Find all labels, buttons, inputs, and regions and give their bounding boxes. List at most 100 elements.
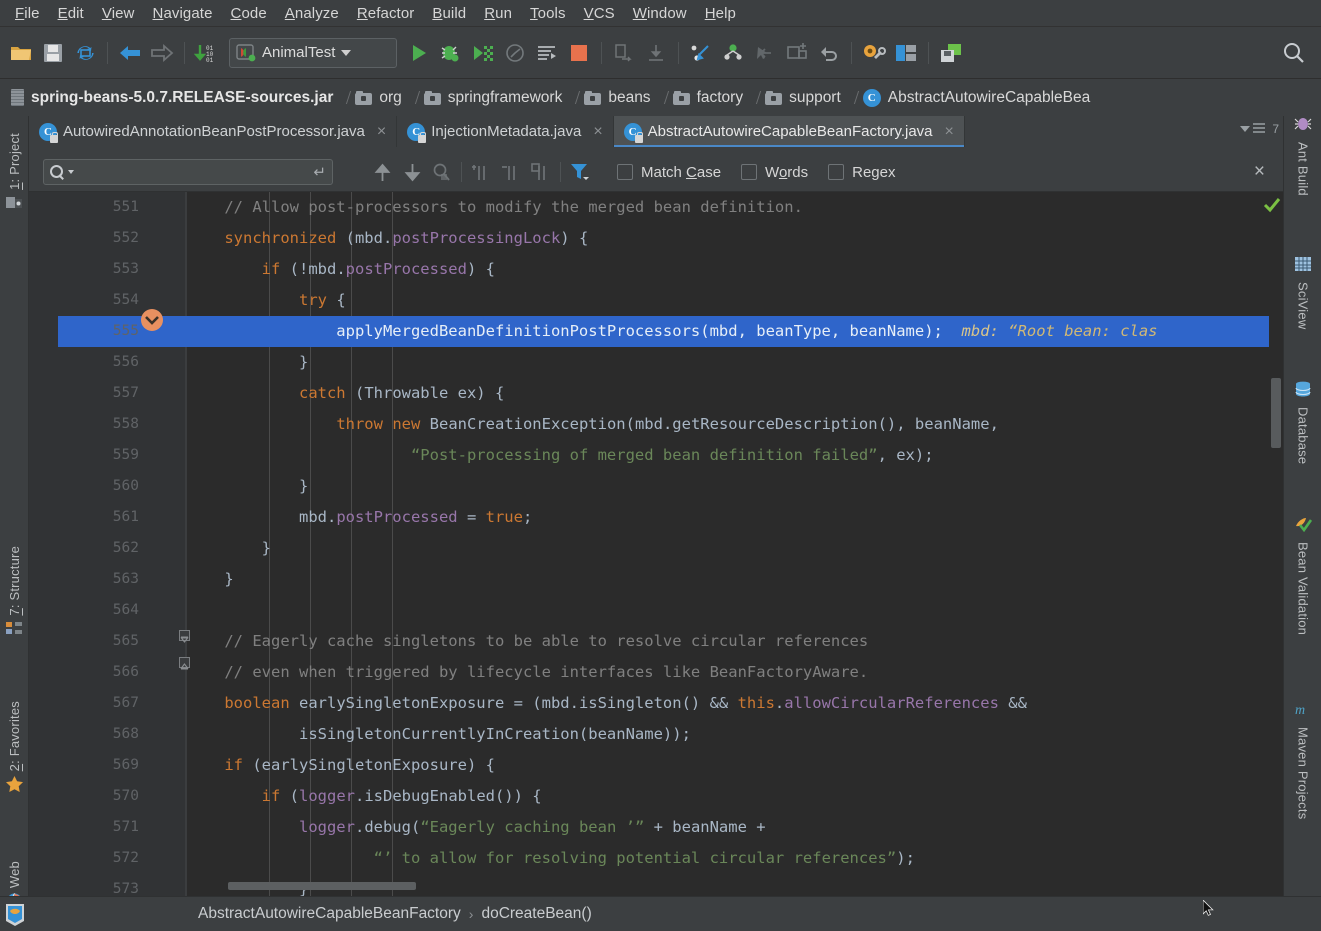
code-line[interactable]: “’ to allow for resolving potential circ… — [187, 843, 915, 874]
search-history-chevron-icon[interactable] — [68, 170, 74, 174]
tool-window-button-structure[interactable]: 7: Structure — [0, 541, 29, 646]
debug-icon[interactable] — [436, 38, 466, 68]
code-line[interactable]: boolean earlySingletonExposure = (mbd.is… — [187, 688, 1027, 719]
code-line[interactable]: // even when triggered by lifecycle inte… — [187, 657, 868, 688]
code-line[interactable]: mbd.postProcessed = true; — [187, 502, 532, 533]
tool-window-button-maven-projects[interactable]: mMaven Projects — [1284, 701, 1321, 819]
step-into-icon[interactable] — [641, 38, 671, 68]
menu-item-refactor[interactable]: Refactor — [348, 2, 424, 25]
settings-wrench-icon[interactable] — [859, 38, 889, 68]
close-find-button[interactable]: × — [1244, 161, 1275, 183]
tool-window-button-favorites[interactable]: 2: Favorites — [0, 696, 29, 802]
frog-debug-icon[interactable] — [4, 902, 26, 926]
run-to-cursor-icon[interactable] — [750, 38, 780, 68]
step-over-icon[interactable] — [609, 38, 639, 68]
code-line[interactable]: // Eagerly cache singletons to be able t… — [187, 626, 868, 657]
code-line[interactable]: logger.debug(“Eagerly caching bean ’” + … — [187, 812, 766, 843]
stop-icon[interactable] — [564, 38, 594, 68]
tab-close-button[interactable]: × — [943, 123, 956, 141]
run-icon[interactable] — [404, 38, 434, 68]
open-folder-icon[interactable] — [6, 38, 36, 68]
fold-marker-start-icon[interactable] — [179, 630, 190, 641]
code-line[interactable]: if (earlySingletonExposure) { — [187, 750, 495, 781]
search-input[interactable] — [78, 164, 309, 180]
step-out-icon[interactable] — [718, 38, 748, 68]
chevron-down-icon[interactable] — [1240, 126, 1250, 132]
editor-horizontal-scrollbar-thumb[interactable] — [228, 882, 416, 890]
menu-item-build[interactable]: Build — [423, 2, 475, 25]
debugger-execution-point-icon[interactable] — [139, 307, 161, 329]
code-text[interactable]: 551 // Allow post-processors to modify t… — [187, 192, 1283, 897]
tool-window-button-project[interactable]: 1: Project — [0, 128, 29, 220]
profile-icon[interactable] — [500, 38, 530, 68]
editor-tab-abstractautowirecapablebeanfactory[interactable]: CAbstractAutowireCapableBeanFactory.java… — [614, 116, 965, 147]
run-configuration-selector[interactable]: AnimalTest — [229, 38, 397, 68]
tool-window-button-bean-validation[interactable]: Bean Validation — [1284, 516, 1321, 635]
rerun-tests-icon[interactable] — [532, 38, 562, 68]
save-green-icon[interactable] — [936, 38, 966, 68]
tab-overflow-control[interactable]: 7 — [1240, 122, 1279, 136]
find-next-icon[interactable] — [397, 158, 427, 186]
breadcrumb-item-beans[interactable]: beans — [581, 87, 653, 109]
find-option-words[interactable]: Words — [741, 164, 808, 181]
editor-tab-injectionmetadata[interactable]: CInjectionMetadata.java× — [397, 116, 613, 147]
menu-item-run[interactable]: Run — [475, 2, 521, 25]
tool-window-button-ant-build[interactable]: Ant Build — [1284, 116, 1321, 196]
code-line[interactable]: } — [187, 564, 234, 595]
menu-item-window[interactable]: Window — [624, 2, 696, 25]
compare-binary-icon[interactable]: 01 10 01 — [192, 38, 222, 68]
code-line[interactable]: // Allow post-processors to modify the m… — [187, 192, 803, 223]
search-everywhere-icon[interactable] — [1279, 38, 1309, 68]
enter-icon[interactable]: ↵ — [313, 163, 326, 181]
menu-item-help[interactable]: Help — [696, 2, 745, 25]
back-arrow-icon[interactable] — [115, 38, 145, 68]
code-line[interactable]: applyMergedBeanDefinitionPostProcessors(… — [187, 316, 1158, 347]
revert-icon[interactable] — [814, 38, 844, 68]
menu-item-view[interactable]: View — [93, 2, 144, 25]
menu-item-vcs[interactable]: VCS — [575, 2, 624, 25]
sync-refresh-icon[interactable] — [70, 38, 100, 68]
tool-window-button-database[interactable]: Database — [1284, 381, 1321, 464]
breadcrumb-item-abstractautowirecapablebea[interactable]: CAbstractAutowireCapableBea — [860, 87, 1093, 109]
find-option-match-case[interactable]: Match Case — [617, 164, 721, 181]
breadcrumb-item-factory[interactable]: factory — [670, 87, 747, 109]
breadcrumb-item-spring-beans-5-0-7-release-sources-jar[interactable]: spring-beans-5.0.7.RELEASE-sources.jar — [8, 87, 336, 109]
fold-marker-end-icon[interactable] — [179, 657, 190, 668]
add-selection-icon[interactable] — [466, 158, 496, 186]
breadcrumb-item-support[interactable]: support — [762, 87, 844, 109]
code-line[interactable]: catch (Throwable ex) { — [187, 378, 504, 409]
tab-close-button[interactable]: × — [591, 123, 604, 141]
evaluate-expression-icon[interactable] — [782, 38, 812, 68]
code-line[interactable]: } — [187, 533, 271, 564]
code-line[interactable]: isSingletonCurrentlyInCreation(beanName)… — [187, 719, 691, 750]
remove-selection-icon[interactable] — [496, 158, 526, 186]
checkbox[interactable] — [741, 164, 757, 180]
code-line[interactable]: “Post-processing of merged bean definiti… — [187, 440, 934, 471]
editor-tab-autowiredannotationbeanpostprocessor[interactable]: CAutowiredAnnotationBeanPostProcessor.ja… — [29, 116, 397, 147]
breadcrumb-item-springframework[interactable]: springframework — [421, 87, 566, 109]
inspection-status-ok-icon[interactable] — [1263, 196, 1281, 214]
structure-icon[interactable] — [891, 38, 921, 68]
run-with-coverage-icon[interactable] — [468, 38, 498, 68]
find-previous-icon[interactable] — [367, 158, 397, 186]
save-all-icon[interactable] — [38, 38, 68, 68]
search-input-wrapper[interactable]: ↵ — [43, 159, 333, 185]
tool-window-button-sciview[interactable]: SciView — [1284, 256, 1321, 329]
filter-icon[interactable] — [565, 158, 595, 186]
code-line[interactable]: synchronized (mbd.postProcessingLock) { — [187, 223, 588, 254]
code-editor[interactable]: 551 // Allow post-processors to modify t… — [29, 192, 1283, 897]
menu-item-navigate[interactable]: Navigate — [144, 2, 222, 25]
code-line[interactable]: if (logger.isDebugEnabled()) { — [187, 781, 542, 812]
chevron-down-icon[interactable] — [341, 50, 351, 56]
menu-item-file[interactable]: File — [6, 2, 49, 25]
code-line[interactable]: } — [187, 347, 308, 378]
menu-item-edit[interactable]: Edit — [49, 2, 93, 25]
select-all-occurrences-icon[interactable] — [427, 158, 457, 186]
forward-arrow-icon[interactable] — [147, 38, 177, 68]
select-all-icon[interactable] — [526, 158, 556, 186]
checkbox[interactable] — [617, 164, 633, 180]
code-line[interactable]: throw new BeanCreationException(mbd.getR… — [187, 409, 999, 440]
menu-item-analyze[interactable]: Analyze — [276, 2, 348, 25]
code-line[interactable]: if (!mbd.postProcessed) { — [187, 254, 495, 285]
method-breadcrumb-item[interactable]: AbstractAutowireCapableBeanFactory — [198, 905, 461, 923]
